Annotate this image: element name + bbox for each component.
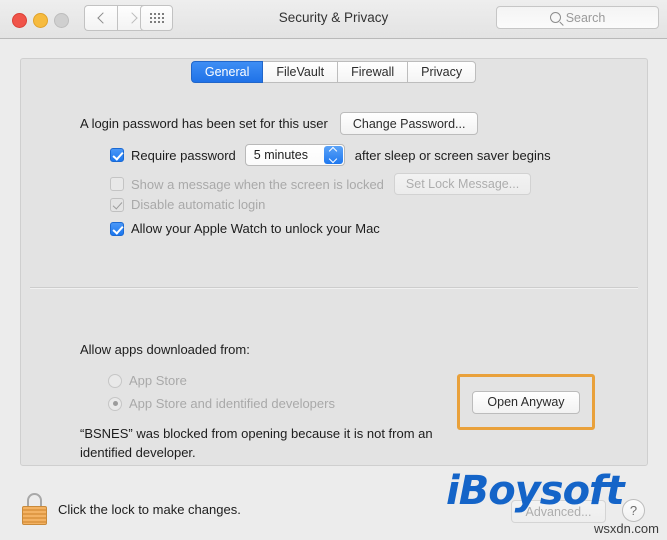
- show-lock-message-checkbox: [110, 177, 124, 191]
- app-store-label: App Store: [129, 373, 187, 388]
- require-password-interval-value: 5 minutes: [253, 148, 308, 162]
- search-input[interactable]: Search: [496, 6, 659, 29]
- window-titlebar: Security & Privacy Search: [0, 0, 667, 39]
- set-lock-message-button: Set Lock Message...: [393, 173, 532, 195]
- general-pane: A login password has been set for this u…: [20, 58, 648, 466]
- allow-apps-option-identified-developers: App Store and identified developers: [108, 396, 335, 411]
- disable-auto-login-row: Disable automatic login: [110, 197, 265, 212]
- require-password-row: Require password 5 minutes after sleep o…: [110, 144, 551, 166]
- watermark-brand: iBoysoft: [446, 468, 625, 514]
- identified-developers-radio: [108, 396, 122, 411]
- section-divider: [30, 287, 638, 289]
- help-button[interactable]: ?: [622, 499, 645, 522]
- require-password-interval-select[interactable]: 5 minutes: [244, 144, 345, 166]
- allow-apps-heading: Allow apps downloaded from:: [80, 342, 250, 357]
- app-store-radio: [108, 373, 122, 388]
- watermark-domain: wsxdn.com: [593, 521, 659, 536]
- lock-instruction-label: Click the lock to make changes.: [58, 502, 241, 517]
- tab-general[interactable]: General: [190, 61, 264, 83]
- allow-apps-label: Allow apps downloaded from:: [80, 342, 250, 357]
- show-lock-message-row: Show a message when the screen is locked…: [110, 173, 532, 195]
- identified-developers-label: App Store and identified developers: [129, 396, 335, 411]
- search-placeholder: Search: [565, 10, 606, 25]
- login-password-status: A login password has been set for this u…: [80, 116, 328, 131]
- allow-apps-option-app-store: App Store: [108, 373, 187, 388]
- chevron-up-icon: [329, 146, 338, 156]
- disable-auto-login-label: Disable automatic login: [131, 197, 266, 212]
- require-password-label: Require password: [131, 147, 236, 163]
- require-password-suffix: after sleep or screen saver begins: [354, 147, 551, 163]
- open-anyway-highlight-box: Open Anyway: [457, 374, 595, 430]
- apple-watch-unlock-checkbox[interactable]: [110, 221, 124, 236]
- show-lock-message-label: Show a message when the screen is locked: [131, 176, 384, 192]
- apple-watch-unlock-label: Allow your Apple Watch to unlock your Ma…: [131, 221, 380, 236]
- tab-filevault[interactable]: FileVault: [263, 61, 339, 83]
- lock-icon[interactable]: [22, 493, 48, 525]
- apple-watch-unlock-row: Allow your Apple Watch to unlock your Ma…: [110, 221, 380, 236]
- preferences-tabs: General FileVault Firewall Privacy: [0, 61, 667, 83]
- search-icon: [549, 12, 561, 23]
- stepper-icon[interactable]: [323, 146, 343, 164]
- open-anyway-button[interactable]: Open Anyway: [472, 390, 580, 414]
- disable-auto-login-checkbox: [110, 197, 124, 212]
- lock-body: [22, 506, 47, 525]
- require-password-checkbox[interactable]: [110, 148, 124, 162]
- login-password-row: A login password has been set for this u…: [80, 112, 479, 135]
- chevron-down-icon: [329, 154, 338, 164]
- tab-firewall[interactable]: Firewall: [338, 61, 409, 83]
- tab-privacy[interactable]: Privacy: [408, 61, 477, 83]
- change-password-button[interactable]: Change Password...: [339, 112, 479, 135]
- blocked-app-message: “BSNES” was blocked from opening because…: [80, 426, 433, 460]
